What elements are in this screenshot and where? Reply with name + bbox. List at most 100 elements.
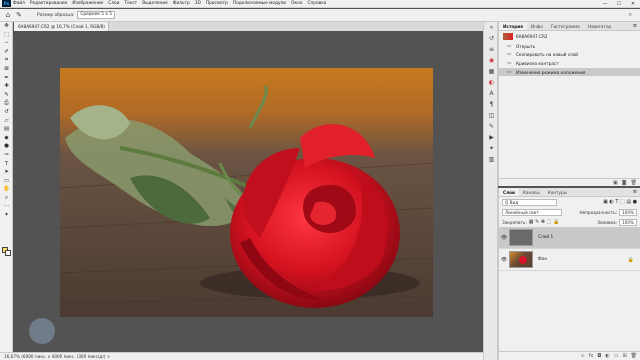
libraries-icon[interactable]: ◫ [484,110,499,121]
quick-select-tool-icon[interactable]: ✐ [0,48,13,57]
opacity-input[interactable]: 100% [619,208,637,216]
edit-toolbar-icon[interactable]: ✦ [0,211,13,220]
new-document-icon[interactable]: ▣ [613,180,618,186]
more-tools-icon[interactable]: ⋯ [0,202,13,211]
group-icon[interactable]: ▭ [614,353,619,359]
panel-menu-icon[interactable]: ≡ [633,22,640,30]
history-icon[interactable]: ↺ [484,33,499,44]
healing-brush-icon[interactable]: ✚ [0,82,13,91]
brushes-icon[interactable]: ✎ [484,121,499,132]
actions-icon[interactable]: ▶ [484,132,499,143]
history-item[interactable]: ▭ Скопировать на новый слой [499,51,640,60]
maximize-button[interactable]: ☐ [612,0,626,8]
link-icon[interactable]: ∞ [580,353,584,359]
trash-icon[interactable]: 🗑 [631,353,637,359]
styles-icon[interactable]: ✦ [484,143,499,154]
hand-tool-icon[interactable]: ✋ [0,185,13,194]
layer-filter-select[interactable]: Q Вид [502,198,557,206]
menu-3d[interactable]: 3D [195,1,201,6]
path-select-icon[interactable]: ➤ [0,168,13,177]
blur-tool-icon[interactable]: ◆ [0,134,13,143]
visibility-eye-icon[interactable]: 👁 [499,235,509,241]
layers-panel-tabs: Слои Каналы Контуры ≡ [499,188,640,197]
lock-label: Закрепить: [502,219,527,225]
trash-icon[interactable]: 🗑 [631,180,637,186]
sample-size-label: Размер образца: [37,12,75,18]
menu-image[interactable]: Изображение [72,1,103,6]
fill-input[interactable]: 100% [619,218,637,226]
lasso-tool-icon[interactable]: ∽ [0,39,13,48]
adjustments-icon[interactable]: ◐ [484,77,499,88]
history-item-selected[interactable]: ▭ Изменение режима наложения [499,67,640,77]
menu-help[interactable]: Справка [308,1,327,6]
sample-size-select[interactable]: Среднее 5 x 5 [77,11,115,19]
search-icon[interactable]: ⌕ [629,11,632,19]
properties-icon[interactable]: ≡ [484,44,499,55]
tab-paths[interactable]: Контуры [544,188,571,196]
history-item[interactable]: ▭ Кривизна контраст [499,59,640,68]
layer-row[interactable]: 👁 Фон 🔒 [499,249,640,271]
menu-window[interactable]: Окно [291,1,302,6]
type-tool-icon[interactable]: T [0,160,13,169]
blend-mode-select[interactable]: Линейный свет [502,208,562,216]
menu-view[interactable]: Просмотр [206,1,228,6]
tab-layers[interactable]: Слои [499,188,519,196]
home-icon[interactable]: ⌂ [3,11,13,19]
layer-row-selected[interactable]: 👁 Слой 1 [499,227,640,249]
tab-channels[interactable]: Каналы [519,188,544,196]
gradient-tool-icon[interactable]: ▤ [0,125,13,134]
clone-stamp-icon[interactable]: ⎙ [0,99,13,108]
move-tool-icon[interactable]: ✥ [0,22,13,31]
menu-plugins[interactable]: Подключаемые модули [233,1,286,6]
tab-navigator[interactable]: Навигатор [584,22,615,30]
menu-layers[interactable]: Слои [108,1,119,6]
background-color-swatch[interactable] [5,250,11,256]
lock-row: Закрепить: ▦ ✎ ✥ ⬚ 🔒 Заливка: 100% [499,217,640,227]
menu-bar: Ps Файл Редактирование Изображение Слои … [0,0,640,8]
fx-icon[interactable]: fx [589,353,594,359]
menu-filter[interactable]: Фильтр [173,1,190,6]
adjustment-layer-icon[interactable]: ◐ [605,353,609,359]
layer-thumbnail [509,251,533,268]
history-snapshot[interactable]: 6A8A6947.CR2 [499,31,640,42]
minimize-button[interactable]: — [598,0,612,8]
history-item[interactable]: ▭ Открыть [499,42,640,51]
tab-info[interactable]: Инфо [527,22,547,30]
mask-icon[interactable]: ◘ [597,353,601,359]
menu-select[interactable]: Выделение [142,1,168,6]
collapse-panels-icon[interactable]: « [484,22,499,33]
lock-icons[interactable]: ▦ ✎ ✥ ⬚ 🔒 [529,219,559,225]
frame-tool-icon[interactable]: ⊠ [0,65,13,74]
character-icon[interactable]: A [484,88,499,99]
tab-histogram[interactable]: Гистограмма [547,22,584,30]
eyedropper-tool-icon[interactable]: ✎ [13,11,25,19]
brush-tool-icon[interactable]: ✎ [0,91,13,100]
camera-icon[interactable]: ◙ [622,180,627,186]
gradients-icon[interactable]: ▥ [484,154,499,165]
history-brush-icon[interactable]: ↺ [0,108,13,117]
pen-tool-icon[interactable]: ✑ [0,151,13,160]
zoom-tool-icon[interactable]: ⌕ [0,194,13,203]
menu-edit[interactable]: Редактирование [30,1,68,6]
marquee-tool-icon[interactable]: ⬚ [0,31,13,40]
color-icon[interactable]: ◉ [484,55,499,66]
dodge-tool-icon[interactable]: ● [0,142,13,151]
swatches-icon[interactable]: ▦ [484,66,499,77]
rectangle-tool-icon[interactable]: ▭ [0,177,13,186]
history-item-label: Открыть [516,43,536,49]
close-window-button[interactable]: ✕ [626,0,640,8]
eraser-tool-icon[interactable]: ▱ [0,117,13,126]
paragraph-icon[interactable]: ¶ [484,99,499,110]
crop-tool-icon[interactable]: ⌗ [0,56,13,65]
document-canvas-image[interactable] [60,68,433,317]
menu-type[interactable]: Текст [124,1,137,6]
visibility-eye-icon[interactable]: 👁 [499,257,509,263]
document-tab[interactable]: 6A8A6947.CR2 @ 16,7% (Слой 1, RGB/8) *× [14,22,109,38]
eyedropper-icon[interactable]: ✒ [0,74,13,83]
tab-history[interactable]: История [499,22,527,30]
panel-menu-icon[interactable]: ≡ [633,188,640,196]
menu-file[interactable]: Файл [13,1,25,6]
layer-name: Фон [538,257,548,262]
filter-icons[interactable]: ▣ ◐ T ⬚ ▤ ● [603,199,637,205]
new-layer-icon[interactable]: ⊞ [622,353,626,359]
